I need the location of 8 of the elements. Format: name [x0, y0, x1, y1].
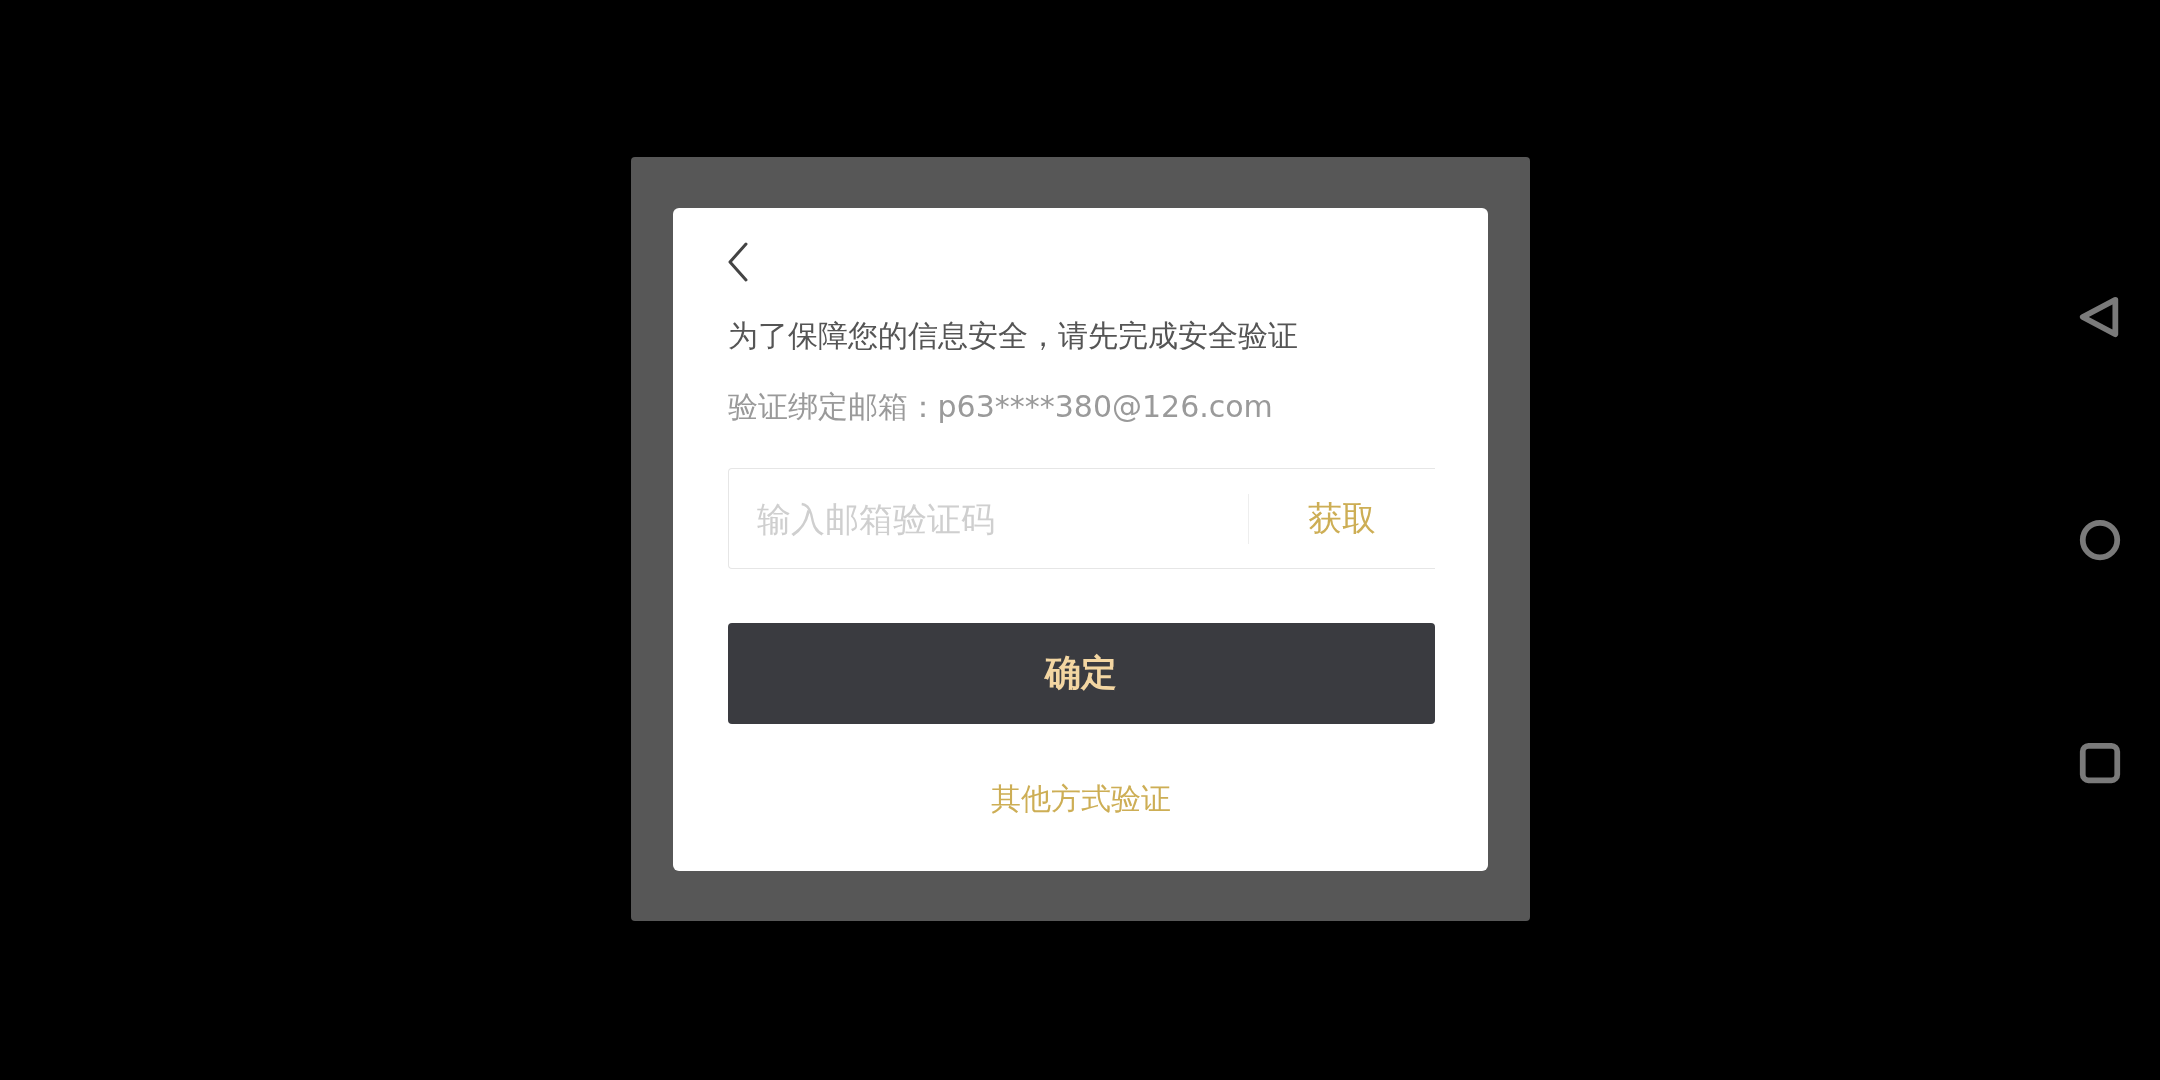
bound-email-text: 验证绑定邮箱：p63****380@126.com — [727, 388, 1273, 426]
nav-recent-icon[interactable] — [2077, 740, 2123, 786]
security-message: 为了保障您的信息安全，请先完成安全验证 — [727, 317, 1298, 355]
other-methods-link[interactable]: 其他方式验证 — [991, 779, 1171, 820]
get-code-button[interactable]: 获取 — [1248, 495, 1435, 542]
back-icon[interactable] — [726, 242, 749, 282]
confirm-button[interactable]: 确定 — [727, 623, 1435, 724]
nav-home-icon[interactable] — [2077, 517, 2123, 563]
